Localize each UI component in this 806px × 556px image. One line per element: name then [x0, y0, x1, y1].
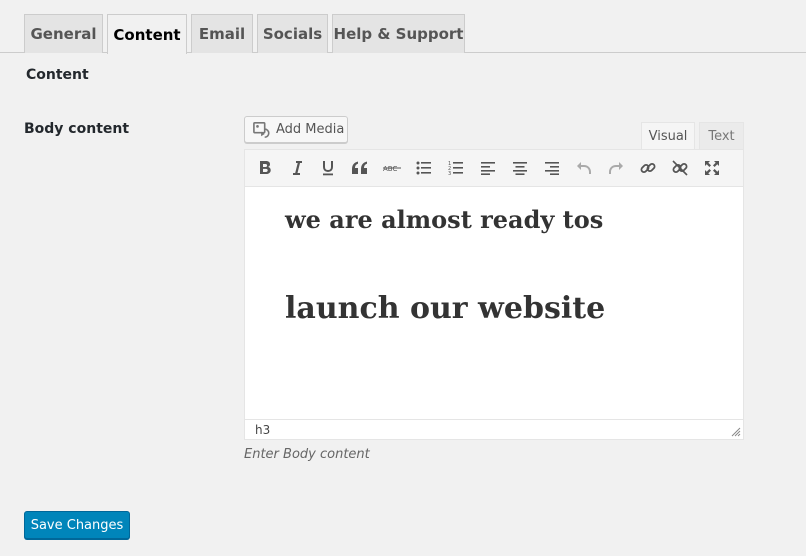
- editor-statusbar: h3: [245, 419, 743, 439]
- align-left-icon[interactable]: [476, 156, 500, 180]
- svg-text:ABC: ABC: [383, 165, 397, 173]
- bold-icon[interactable]: [253, 156, 277, 180]
- resize-handle-icon[interactable]: [731, 427, 741, 437]
- italic-icon[interactable]: [285, 156, 309, 180]
- redo-icon[interactable]: [604, 156, 628, 180]
- content-line-1: we are almost ready tos: [285, 205, 604, 234]
- align-center-icon[interactable]: [508, 156, 532, 180]
- body-content-label: Body content: [24, 121, 130, 137]
- editor-content-area[interactable]: we are almost ready tos launch our websi…: [245, 187, 743, 419]
- insert-link-icon[interactable]: [636, 156, 660, 180]
- tab-socials[interactable]: Socials: [257, 14, 328, 53]
- add-media-button[interactable]: Add Media: [244, 116, 348, 143]
- media-icon: [253, 121, 270, 138]
- element-path[interactable]: h3: [255, 423, 270, 437]
- rich-text-editor: ABC 123 we are almost ready tos launch o…: [244, 149, 744, 440]
- blockquote-icon[interactable]: [348, 156, 372, 180]
- bullet-list-icon[interactable]: [412, 156, 436, 180]
- fullscreen-icon[interactable]: [700, 156, 724, 180]
- undo-icon[interactable]: [572, 156, 596, 180]
- tab-help-support[interactable]: Help & Support: [332, 14, 465, 53]
- text-tab[interactable]: Text: [699, 122, 744, 150]
- underline-icon[interactable]: [316, 156, 340, 180]
- remove-link-icon[interactable]: [668, 156, 692, 180]
- numbered-list-icon[interactable]: 123: [444, 156, 468, 180]
- field-description: Enter Body content: [244, 447, 370, 462]
- settings-tabs: General Content Email Socials Help & Sup…: [0, 0, 806, 54]
- editor-toolbar: ABC 123: [245, 150, 743, 187]
- tab-email[interactable]: Email: [191, 14, 253, 53]
- save-changes-button[interactable]: Save Changes: [24, 511, 130, 539]
- tab-general[interactable]: General: [24, 14, 103, 53]
- svg-text:3: 3: [448, 171, 451, 176]
- add-media-label: Add Media: [276, 122, 345, 137]
- section-title: Content: [26, 67, 89, 83]
- align-right-icon[interactable]: [540, 156, 564, 180]
- content-line-2: launch our website: [285, 291, 606, 326]
- tab-content[interactable]: Content: [107, 14, 187, 54]
- strikethrough-icon[interactable]: ABC: [380, 156, 404, 180]
- visual-tab[interactable]: Visual: [641, 122, 695, 150]
